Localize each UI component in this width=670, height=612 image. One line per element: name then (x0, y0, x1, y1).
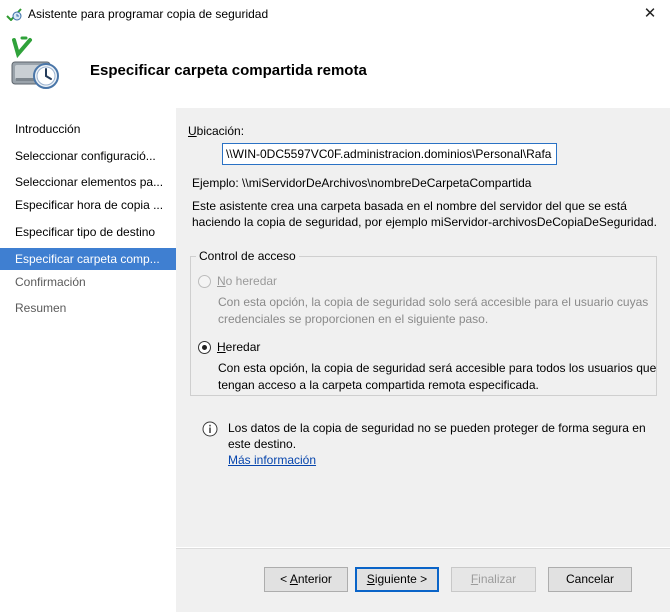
title-bar: Asistente para programar copia de seguri… (0, 0, 670, 28)
location-description: Este asistente crea una carpeta basada e… (192, 199, 657, 229)
back-button[interactable]: < Anterior (264, 567, 348, 592)
no-inherit-label: No heredar (217, 274, 278, 288)
close-icon: ✕ (643, 5, 657, 22)
location-example: Ejemplo: \\miServidorDeArchivos\nombreDe… (192, 176, 532, 190)
location-input[interactable]: \\WIN-0DC5597VC0F.administracion.dominio… (222, 143, 557, 165)
wizard-header: Especificar carpeta compartida remota (0, 28, 670, 108)
location-label: Ubicación: (188, 124, 245, 138)
cancel-button[interactable]: Cancelar (548, 567, 632, 592)
no-inherit-radio[interactable] (198, 275, 211, 288)
step-especificar-hora[interactable]: Especificar hora de copia ... (0, 194, 176, 216)
step-seleccionar-elementos[interactable]: Seleccionar elementos pa... (0, 171, 176, 193)
next-button[interactable]: Siguiente > (355, 567, 439, 592)
info-icon (202, 421, 218, 437)
access-control-title: Control de acceso (196, 249, 299, 263)
backup-schedule-icon (11, 36, 59, 89)
step-especificar-tipo-destino[interactable]: Especificar tipo de destino (0, 221, 176, 243)
close-button[interactable]: ✕ (630, 0, 670, 28)
security-warning-text: Los datos de la copia de seguridad no se… (228, 421, 646, 451)
backup-app-icon (6, 8, 22, 21)
no-inherit-description: Con esta opción, la copia de seguridad s… (218, 295, 649, 326)
step-especificar-carpeta[interactable]: Especificar carpeta comp... (0, 248, 176, 270)
finish-button[interactable]: Finalizar (451, 567, 536, 592)
step-resumen: Resumen (15, 301, 67, 315)
inherit-description: Con esta opción, la copia de seguridad s… (218, 361, 657, 392)
step-confirmacion: Confirmación (15, 275, 86, 289)
page-title: Especificar carpeta compartida remota (90, 62, 367, 79)
inherit-radio[interactable] (198, 341, 211, 354)
more-info-link[interactable]: Más información (228, 453, 316, 467)
step-introduccion[interactable]: Introducción (0, 118, 176, 140)
step-seleccionar-configuracion[interactable]: Seleccionar configuració... (0, 145, 176, 167)
window-title: Asistente para programar copia de seguri… (28, 7, 269, 21)
radio-selected-dot (202, 345, 207, 350)
inherit-label[interactable]: Heredar (217, 340, 260, 354)
